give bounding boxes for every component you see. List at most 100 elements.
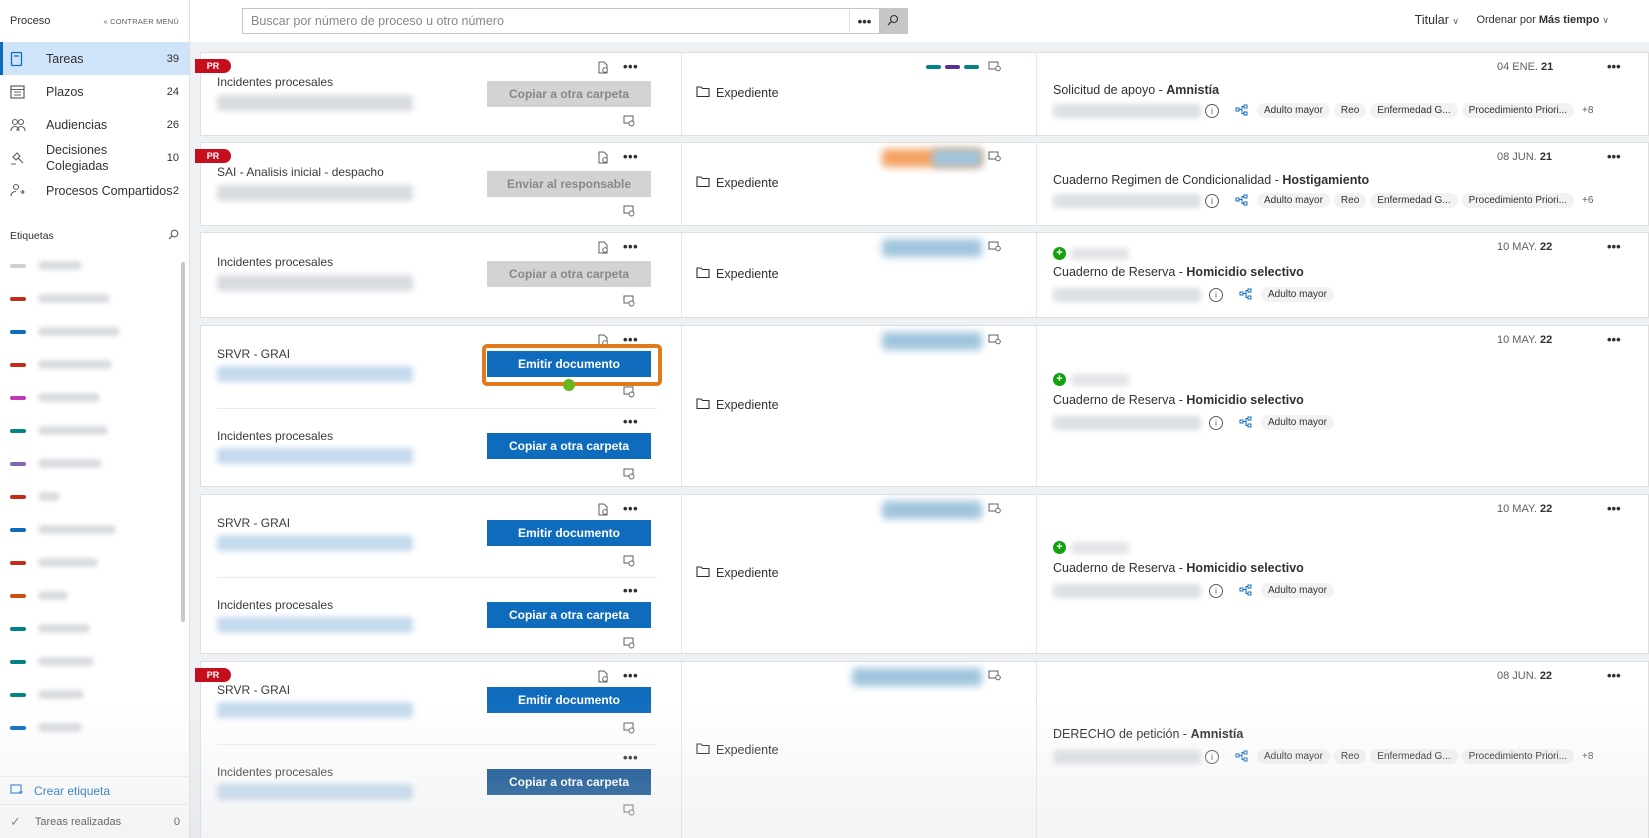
more-options-icon[interactable]: ••• — [623, 501, 638, 516]
tag-chip[interactable]: Procedimiento Priori... — [1461, 749, 1575, 764]
info-icon[interactable]: i — [1209, 584, 1223, 598]
add-comment-icon[interactable] — [623, 205, 635, 220]
copy-to-folder-button[interactable]: Copiar a otra carpeta — [487, 769, 651, 795]
tag-add-icon[interactable] — [988, 241, 1001, 255]
expediente-link[interactable]: Expediente — [696, 86, 779, 100]
expediente-link[interactable]: Expediente — [696, 267, 779, 281]
tag-item[interactable] — [10, 315, 179, 348]
search-tags-icon[interactable] — [168, 229, 179, 243]
tag-chip[interactable]: Procedimiento Priori... — [1461, 103, 1575, 118]
tag-item[interactable] — [10, 678, 179, 711]
add-comment-icon[interactable] — [623, 115, 635, 130]
done-tasks-item[interactable]: ✓ Tareas realizadas 0 — [0, 804, 190, 838]
hierarchy-icon[interactable] — [1239, 288, 1252, 303]
titular-dropdown[interactable]: Titular ∨ — [1415, 13, 1459, 27]
add-comment-icon[interactable] — [623, 386, 635, 401]
sort-dropdown[interactable]: Ordenar por Más tiempo ∨ — [1476, 14, 1609, 26]
collapse-menu-button[interactable]: « CONTRAER MENÚ — [103, 17, 179, 26]
tag-chip[interactable]: Enfermedad G... — [1370, 193, 1458, 208]
card-more-options-icon[interactable]: ••• — [1607, 149, 1621, 164]
tag-item[interactable] — [10, 447, 179, 480]
tag-chip[interactable]: Adulto mayor — [1261, 415, 1334, 430]
add-comment-icon[interactable] — [623, 555, 635, 570]
document-clock-icon[interactable] — [597, 670, 609, 686]
expediente-link[interactable]: Expediente — [696, 398, 779, 412]
tag-add-icon[interactable] — [988, 334, 1001, 348]
tag-chip[interactable]: Reo — [1333, 749, 1367, 764]
copy-to-folder-button[interactable]: Copiar a otra carpeta — [487, 602, 651, 628]
search-button[interactable] — [879, 9, 907, 33]
copy-to-folder-button[interactable]: Copiar a otra carpeta — [487, 261, 651, 287]
tag-item[interactable] — [10, 546, 179, 579]
card-more-options-icon[interactable]: ••• — [1607, 668, 1621, 683]
tag-chip[interactable]: Reo — [1333, 193, 1367, 208]
tag-item[interactable] — [10, 711, 179, 744]
search-input[interactable]: Buscar por número de proceso u otro núme… — [243, 14, 849, 28]
sidebar-scrollbar[interactable] — [181, 262, 185, 622]
sidebar-item-decisiones[interactable]: Decisiones Colegiadas 10 — [0, 141, 189, 174]
tag-item[interactable] — [10, 513, 179, 546]
tag-item[interactable] — [10, 414, 179, 447]
send-to-responsible-button[interactable]: Enviar al responsable — [487, 171, 651, 197]
document-clock-icon[interactable] — [597, 503, 609, 519]
document-clock-icon[interactable] — [597, 151, 609, 167]
info-icon[interactable]: i — [1205, 104, 1219, 118]
document-clock-icon[interactable] — [597, 61, 609, 77]
tag-chip[interactable]: Reo — [1333, 103, 1367, 118]
hierarchy-icon[interactable] — [1239, 584, 1252, 599]
info-icon[interactable]: i — [1209, 416, 1223, 430]
hierarchy-icon[interactable] — [1235, 194, 1248, 209]
add-comment-icon[interactable] — [623, 637, 635, 652]
tag-item[interactable] — [10, 645, 179, 678]
add-comment-icon[interactable] — [623, 468, 635, 483]
tag-add-icon[interactable] — [988, 61, 1001, 75]
tag-item[interactable] — [10, 282, 179, 315]
add-comment-icon[interactable] — [623, 295, 635, 310]
more-options-icon[interactable]: ••• — [623, 583, 638, 598]
more-options-icon[interactable]: ••• — [623, 668, 638, 683]
emit-document-button[interactable]: Emitir documento — [487, 687, 651, 713]
more-options-icon[interactable]: ••• — [623, 750, 638, 765]
emit-document-button[interactable]: Emitir documento — [487, 520, 651, 546]
info-icon[interactable]: i — [1205, 750, 1219, 764]
sidebar-item-compartidos[interactable]: Procesos Compartidos 2 — [0, 174, 189, 207]
tag-chip[interactable]: Adulto mayor — [1257, 749, 1330, 764]
tag-add-icon[interactable] — [988, 151, 1001, 165]
more-options-icon[interactable]: ••• — [623, 414, 638, 429]
more-tags-count[interactable]: +6 — [1582, 195, 1593, 206]
tag-item[interactable] — [10, 348, 179, 381]
more-options-icon[interactable]: ••• — [623, 59, 638, 74]
card-more-options-icon[interactable]: ••• — [1607, 239, 1621, 254]
tag-add-icon[interactable] — [988, 670, 1001, 684]
tag-item[interactable] — [10, 381, 179, 414]
tag-item[interactable] — [10, 612, 179, 645]
add-comment-icon[interactable] — [623, 722, 635, 737]
document-clock-icon[interactable] — [597, 241, 609, 257]
add-comment-icon[interactable] — [623, 804, 635, 819]
more-tags-count[interactable]: +8 — [1582, 751, 1593, 762]
create-tag-button[interactable]: Crear etiqueta — [0, 776, 190, 804]
hierarchy-icon[interactable] — [1239, 416, 1252, 431]
add-party-icon[interactable]: + — [1053, 373, 1066, 386]
add-party-icon[interactable]: + — [1053, 541, 1066, 554]
more-options-icon[interactable]: ••• — [623, 239, 638, 254]
expediente-link[interactable]: Expediente — [696, 743, 779, 757]
tag-item[interactable] — [10, 249, 179, 282]
tag-chip[interactable]: Adulto mayor — [1257, 103, 1330, 118]
search-options-button[interactable]: ••• — [849, 9, 879, 33]
tag-item[interactable] — [10, 480, 179, 513]
tag-item[interactable] — [10, 579, 179, 612]
sidebar-item-plazos[interactable]: Plazos 24 — [0, 75, 189, 108]
hierarchy-icon[interactable] — [1235, 750, 1248, 765]
tag-chip[interactable]: Enfermedad G... — [1370, 103, 1458, 118]
tag-add-icon[interactable] — [988, 503, 1001, 517]
more-tags-count[interactable]: +8 — [1582, 105, 1593, 116]
hierarchy-icon[interactable] — [1235, 104, 1248, 119]
more-options-icon[interactable]: ••• — [623, 149, 638, 164]
card-more-options-icon[interactable]: ••• — [1607, 59, 1621, 74]
copy-to-folder-button[interactable]: Copiar a otra carpeta — [487, 433, 651, 459]
info-icon[interactable]: i — [1209, 288, 1223, 302]
tag-chip[interactable]: Adulto mayor — [1261, 583, 1334, 598]
tag-chip[interactable]: Adulto mayor — [1261, 287, 1334, 302]
tag-chip[interactable]: Adulto mayor — [1257, 193, 1330, 208]
